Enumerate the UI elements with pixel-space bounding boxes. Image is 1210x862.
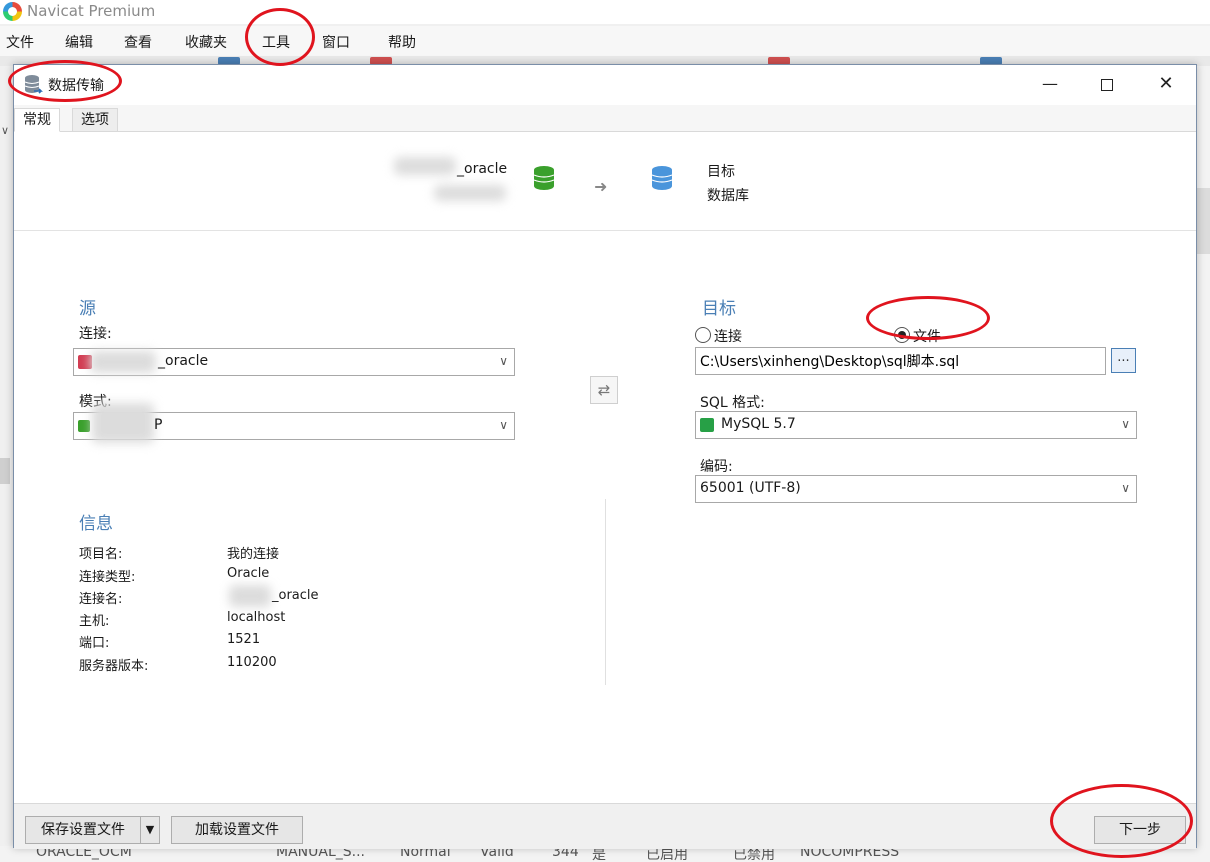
info-value-host: localhost [227,610,286,625]
minimize-button[interactable]: — [1030,73,1070,97]
app-title: Navicat Premium [27,2,156,20]
menubar: 文件 编辑 查看 收藏夹 工具 窗口 帮助 [0,26,1210,56]
redacted-area [90,351,156,373]
save-settings-dropdown-icon[interactable]: ▼ [140,816,160,844]
info-label-server-version: 服务器版本: [79,659,149,674]
info-value-conn-type: Oracle [227,566,270,581]
info-label-conn-name: 连接名: [79,592,123,607]
right-panel-edge [1197,66,1210,846]
source-database-icon [533,166,555,190]
maximize-button[interactable] [1087,73,1127,97]
divider [605,499,606,685]
swap-source-target-button[interactable]: ⇄ [590,376,618,404]
encoding-select[interactable]: 65001 (UTF-8) ∨ [695,475,1137,503]
menu-favorites[interactable]: 收藏夹 [185,32,227,52]
transfer-arrow-icon: ➜ [594,177,608,196]
chevron-down-icon: ∨ [1121,481,1130,495]
sidebar-scroll-mark [0,458,10,484]
info-label-port: 端口: [79,636,110,651]
target-connection-radio[interactable]: 连接 [695,325,755,345]
source-connection-select[interactable]: _oracle ∨ [73,348,515,376]
redacted-area [229,585,271,607]
chevron-down-icon: ∨ [1121,417,1130,431]
info-label-host: 主机: [79,614,110,629]
info-value-server-version: 110200 [227,655,277,670]
transfer-overview: _oracle ➜ 目标 数据库 [14,133,1196,231]
source-schema-select[interactable]: P ∨ [73,403,515,443]
info-section-title: 信息 [79,514,113,534]
dialog-footer: 保存设置文件 ▼ 加载设置文件 下一步 [14,803,1196,849]
navicat-logo-icon [3,2,22,21]
info-value-conn-name: _oracle [272,588,319,603]
info-label-conn-type: 连接类型: [79,570,136,585]
target-database-icon [651,166,673,190]
menu-help[interactable]: 帮助 [388,32,416,52]
menu-edit[interactable]: 编辑 [65,32,93,52]
menu-tools[interactable]: 工具 [262,32,290,52]
connection-label: 连接: [79,326,112,342]
load-settings-button[interactable]: 加载设置文件 [171,816,303,844]
save-settings-button[interactable]: 保存设置文件 [25,816,141,844]
data-transfer-dialog: 数据传输 — ✕ 常规 选项 _oracle ➜ 目标 数据库 源 连接: _o… [13,64,1197,849]
tab-general[interactable]: 常规 [14,108,60,132]
target-label: 目标 [707,164,735,180]
tab-options[interactable]: 选项 [72,108,118,132]
menu-file[interactable]: 文件 [6,32,34,52]
source-schema-value: P [154,417,163,433]
source-connection-value: _oracle [158,353,209,369]
dialog-tabs: 常规 选项 [14,105,1196,132]
next-button[interactable]: 下一步 [1094,816,1186,844]
source-connection-name: _oracle [457,161,508,177]
chevron-down-icon: ∨ [499,418,508,432]
sql-format-value: MySQL 5.7 [721,416,796,432]
redacted-area [394,157,456,175]
sql-format-label: SQL 格式: [700,395,765,411]
target-section-title: 目标 [702,299,736,319]
target-file-path-input[interactable] [695,347,1106,375]
data-transfer-icon [24,75,43,94]
source-section-title: 源 [79,299,96,319]
info-value-project: 我的连接 [227,547,280,562]
menu-view[interactable]: 查看 [124,32,152,52]
target-type-label: 数据库 [707,188,749,204]
dialog-title: 数据传输 [48,78,104,94]
schema-icon [78,420,90,432]
redacted-area [434,185,506,201]
chevron-down-icon: ∨ [499,354,508,368]
app-titlebar: Navicat Premium [0,0,1210,24]
radio-label: 文件 [913,329,941,345]
target-file-radio[interactable]: 文件 [894,325,954,345]
redacted-area [92,403,154,443]
dialog-titlebar: 数据传输 — ✕ [14,65,1196,105]
browse-file-button[interactable]: ... [1111,348,1136,373]
info-label-project: 项目名: [79,547,123,562]
mysql-icon [700,418,714,432]
radio-indicator-checked [894,327,910,343]
encoding-value: 65001 (UTF-8) [700,480,801,496]
close-button[interactable]: ✕ [1146,73,1186,97]
menu-window[interactable]: 窗口 [322,32,350,52]
sidebar-collapse-icon[interactable]: ∨ [1,124,9,137]
radio-indicator [695,327,711,343]
sql-format-select[interactable]: MySQL 5.7 ∨ [695,411,1137,439]
info-value-port: 1521 [227,632,261,647]
encoding-label: 编码: [700,459,733,475]
maximize-icon [1101,79,1113,91]
radio-label: 连接 [714,329,742,345]
